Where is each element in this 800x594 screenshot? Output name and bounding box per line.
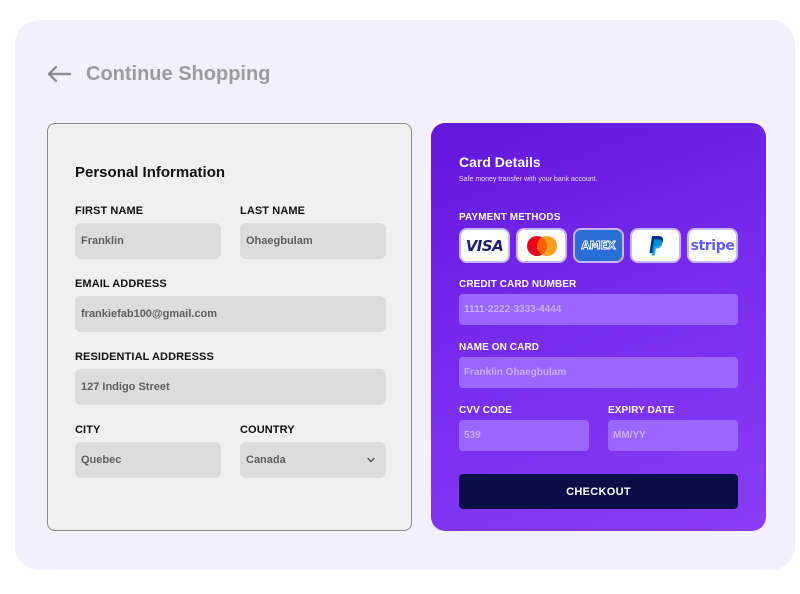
country-select[interactable]: Canada <box>240 442 386 478</box>
card-number-label: CREDIT CARD NUMBER <box>459 279 577 290</box>
last-name-value: Ohaegbulam <box>246 235 313 247</box>
expiry-input[interactable]: MM/YY <box>608 420 738 451</box>
city-input[interactable]: Quebec <box>75 442 221 478</box>
continue-shopping-label: Continue Shopping <box>86 62 271 85</box>
cvv-placeholder: 539 <box>464 430 481 441</box>
personal-information-title: Personal Information <box>75 164 226 181</box>
last-name-label: LAST NAME <box>240 205 306 217</box>
amex-option[interactable]: AMEX <box>573 228 624 263</box>
personal-information-panel: Personal Information FIRST NAME Franklin… <box>47 123 412 531</box>
mastercard-icon <box>526 235 557 256</box>
card-number-placeholder: 1111-2222-3333-4444 <box>464 304 562 315</box>
visa-option[interactable]: VISA <box>459 228 510 263</box>
address-input[interactable]: 127 Indigo Street <box>75 369 386 405</box>
expiry-placeholder: MM/YY <box>613 430 646 441</box>
email-value: frankiefab100@gmail.com <box>81 308 218 320</box>
country-value: Canada <box>246 454 286 466</box>
card-details-panel: Card Details Safe money transfer with yo… <box>431 123 766 531</box>
arrow-left-icon <box>47 65 72 83</box>
checkout-button[interactable]: CHECKOUT <box>459 474 738 509</box>
paypal-option[interactable] <box>630 228 681 263</box>
amex-logo: AMEX <box>581 239 616 253</box>
first-name-input[interactable]: Franklin <box>75 223 221 259</box>
email-input[interactable]: frankiefab100@gmail.com <box>75 296 386 332</box>
card-number-input[interactable]: 1111-2222-3333-4444 <box>459 294 738 325</box>
stripe-logo: stripe <box>690 237 735 254</box>
address-value: 127 Indigo Street <box>81 381 170 393</box>
card-details-subtitle: Safe money transfer with your bank accou… <box>459 176 598 183</box>
name-on-card-placeholder: Franklin Ohaegbulam <box>464 367 567 378</box>
chevron-down-icon <box>367 457 375 463</box>
email-label: EMAIL ADDRESS <box>75 278 167 290</box>
visa-logo: VISA <box>465 236 504 255</box>
first-name-label: FIRST NAME <box>75 205 144 217</box>
cvv-label: CVV CODE <box>459 405 513 416</box>
mastercard-option[interactable] <box>516 228 567 263</box>
card-details-title: Card Details <box>459 154 541 170</box>
expiry-label: EXPIRY DATE <box>608 405 675 416</box>
name-on-card-label: NAME ON CARD <box>459 342 540 353</box>
city-value: Quebec <box>81 454 122 466</box>
stripe-option[interactable]: stripe <box>687 228 738 263</box>
name-on-card-input[interactable]: Franklin Ohaegbulam <box>459 357 738 388</box>
city-label: CITY <box>75 424 101 436</box>
country-label: COUNTRY <box>240 424 295 436</box>
first-name-value: Franklin <box>81 235 124 247</box>
continue-shopping-link[interactable]: Continue Shopping <box>46 60 270 88</box>
last-name-input[interactable]: Ohaegbulam <box>240 223 386 259</box>
cvv-input[interactable]: 539 <box>459 420 589 451</box>
paypal-icon <box>649 235 663 255</box>
payment-methods-label: PAYMENT METHODS <box>459 212 561 223</box>
address-label: RESIDENTIAL ADDRESSS <box>75 351 214 363</box>
